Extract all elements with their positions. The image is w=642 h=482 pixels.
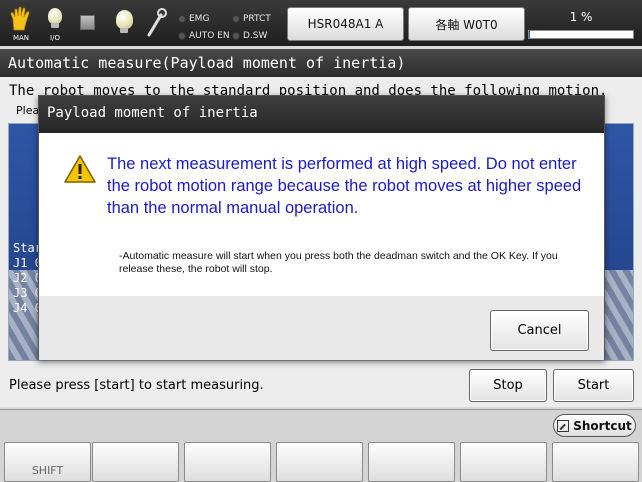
stop-button[interactable]: Stop	[469, 369, 547, 402]
led-auto-en: AUTO EN	[178, 27, 230, 44]
page-title: Automatic measure(Payload moment of iner…	[0, 49, 642, 77]
shortcut-label: Shortcut	[573, 418, 632, 433]
shortcut-button[interactable]: Shortcut	[553, 414, 636, 437]
man-label: MAN	[12, 34, 30, 42]
function-key-6[interactable]	[460, 442, 547, 482]
io-indicator[interactable]: I/O	[40, 6, 70, 42]
dialog-note: -Automatic measure will start when you p…	[119, 250, 558, 275]
function-key-bar: Shortcut SHIFT	[0, 409, 642, 482]
warning-message: The next measurement is performed at hig…	[107, 155, 582, 217]
led-dot-icon	[178, 14, 186, 23]
lamp-bulb-icon	[116, 10, 133, 29]
io-label: I/O	[50, 34, 60, 42]
io-bulb-icon	[48, 8, 62, 24]
dialog-content: The next measurement is performed at hig…	[41, 133, 602, 296]
function-key-4[interactable]	[276, 442, 363, 482]
function-key-shift[interactable]: SHIFT	[4, 442, 91, 482]
function-key-2[interactable]	[92, 442, 179, 482]
speed-bar-fill	[529, 31, 531, 38]
robot-select-button[interactable]: HSR048A1 A	[287, 7, 404, 41]
speed-bar	[528, 30, 634, 39]
led-dot-icon	[178, 31, 186, 40]
wrench-icon	[147, 8, 167, 37]
confirmation-dialog: Payload moment of inertia The next measu…	[38, 95, 605, 360]
sub-text: Plea	[16, 104, 40, 117]
cancel-button[interactable]: Cancel	[490, 310, 589, 351]
start-button[interactable]: Start	[553, 369, 634, 402]
stop-square-icon	[80, 15, 95, 30]
shortcut-icon	[557, 419, 570, 432]
hand-icon	[10, 6, 30, 31]
led-group-left: EMG AUTO EN	[178, 10, 230, 44]
led-dot-icon	[232, 14, 240, 23]
dialog-title: Payload moment of inertia	[39, 96, 604, 133]
led-emg: EMG	[178, 10, 230, 27]
function-key-7[interactable]	[552, 442, 639, 482]
status-bar: MAN I/O EMG AUTO EN PRTCT D.SW HSR048A1 …	[0, 0, 642, 46]
led-dsw: D.SW	[232, 27, 271, 44]
teach-pendant-screen: MAN I/O EMG AUTO EN PRTCT D.SW HSR048A1 …	[0, 0, 642, 482]
function-key-3[interactable]	[184, 442, 271, 482]
tool-indicator	[143, 6, 173, 42]
led-group-right: PRTCT D.SW	[232, 10, 271, 44]
function-key-5[interactable]	[368, 442, 455, 482]
manual-mode-indicator[interactable]: MAN	[6, 6, 36, 42]
status-message: Please press [start] to start measuring.	[9, 378, 264, 393]
lamp-indicator	[109, 6, 139, 42]
dialog-footer: Cancel	[39, 296, 604, 360]
speed-value: 1 %	[569, 10, 593, 24]
axis-mode-button[interactable]: 各軸 W0T0	[408, 7, 525, 41]
led-prtct: PRTCT	[232, 10, 271, 27]
warning-icon	[64, 155, 96, 183]
led-dot-icon	[232, 31, 240, 40]
